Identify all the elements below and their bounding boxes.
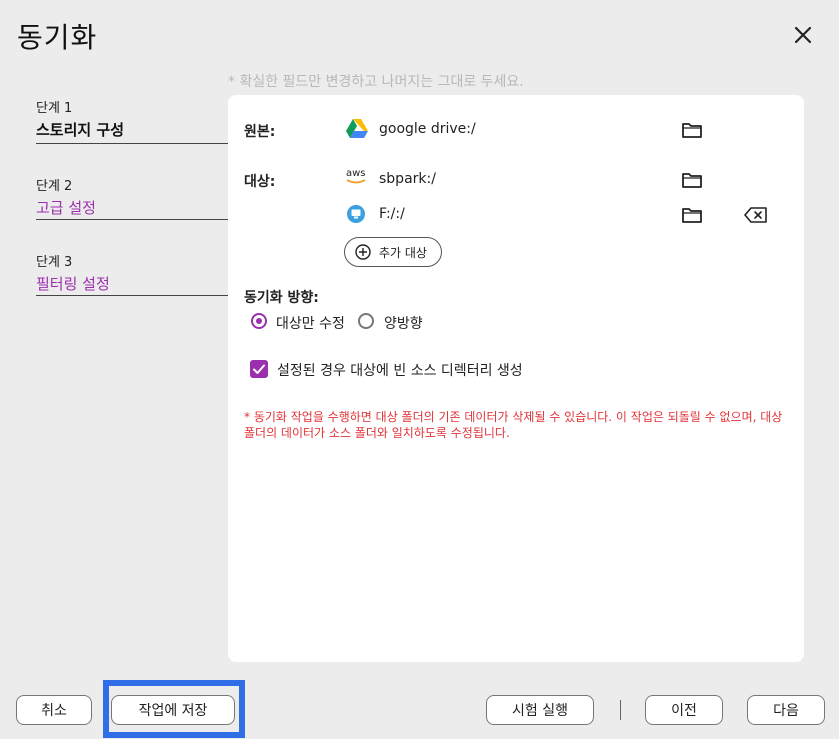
- step-number: 단계 2: [36, 179, 73, 194]
- direction-label: 동기화 방향:: [244, 290, 319, 306]
- step-advanced[interactable]: 단계 2 고급 설정: [36, 175, 228, 220]
- local-drive-icon: [347, 205, 365, 223]
- step-name: 고급 설정: [36, 199, 96, 217]
- target-path: sbpark:/: [379, 171, 436, 187]
- aws-icon-text: aws: [346, 168, 366, 179]
- plus-circle-icon: [355, 244, 371, 260]
- radio-two-way[interactable]: [358, 313, 374, 329]
- step-name: 필터링 설정: [36, 275, 110, 293]
- radio-one-way[interactable]: [251, 313, 267, 329]
- previous-button[interactable]: 이전: [645, 695, 723, 725]
- backspace-delete-icon[interactable]: [743, 205, 769, 225]
- hint-text: * 확실한 필드만 변경하고 나머지는 그대로 두세요.: [228, 74, 524, 90]
- step-divider: [36, 143, 228, 144]
- step-divider: [36, 219, 228, 220]
- step-number: 단계 3: [36, 255, 73, 270]
- next-button[interactable]: 다음: [747, 695, 825, 725]
- warning-text: * 동기화 작업을 수행하면 대상 폴더의 기존 데이터가 삭제될 수 있습니다…: [244, 410, 783, 440]
- radio-one-way-label[interactable]: 대상만 수정: [276, 313, 345, 333]
- add-target-button[interactable]: 추가 대상: [344, 237, 442, 267]
- step-number: 단계 1: [36, 101, 73, 116]
- dialog-title: 동기화: [17, 21, 98, 54]
- source-path: google drive:/: [379, 121, 476, 137]
- add-target-label: 추가 대상: [379, 245, 427, 260]
- step-divider: [36, 295, 228, 296]
- cancel-button[interactable]: 취소: [16, 695, 92, 725]
- close-icon[interactable]: [790, 22, 816, 48]
- aws-icon: aws: [346, 168, 368, 188]
- target-label: 대상:: [244, 174, 276, 190]
- folder-icon[interactable]: [680, 120, 704, 140]
- source-label: 원본:: [244, 124, 276, 140]
- step-filter[interactable]: 단계 3 필터링 설정: [36, 251, 228, 296]
- folder-icon[interactable]: [680, 205, 704, 225]
- radio-two-way-label[interactable]: 양방향: [384, 313, 423, 333]
- step-name: 스토리지 구성: [36, 121, 125, 139]
- create-empty-dirs-checkbox[interactable]: [250, 360, 268, 378]
- create-empty-dirs-label[interactable]: 설정된 경우 대상에 빈 소스 디렉터리 생성: [277, 360, 523, 380]
- checkmark-icon: [253, 364, 265, 374]
- google-drive-icon: [346, 119, 368, 138]
- step-storage[interactable]: 단계 1 스토리지 구성: [36, 97, 228, 144]
- test-run-button[interactable]: 시험 실행: [486, 695, 594, 725]
- target-path: F:/:/: [379, 206, 405, 222]
- folder-icon[interactable]: [680, 170, 704, 190]
- save-to-task-button[interactable]: 작업에 저장: [111, 695, 235, 725]
- footer-divider: [620, 700, 621, 720]
